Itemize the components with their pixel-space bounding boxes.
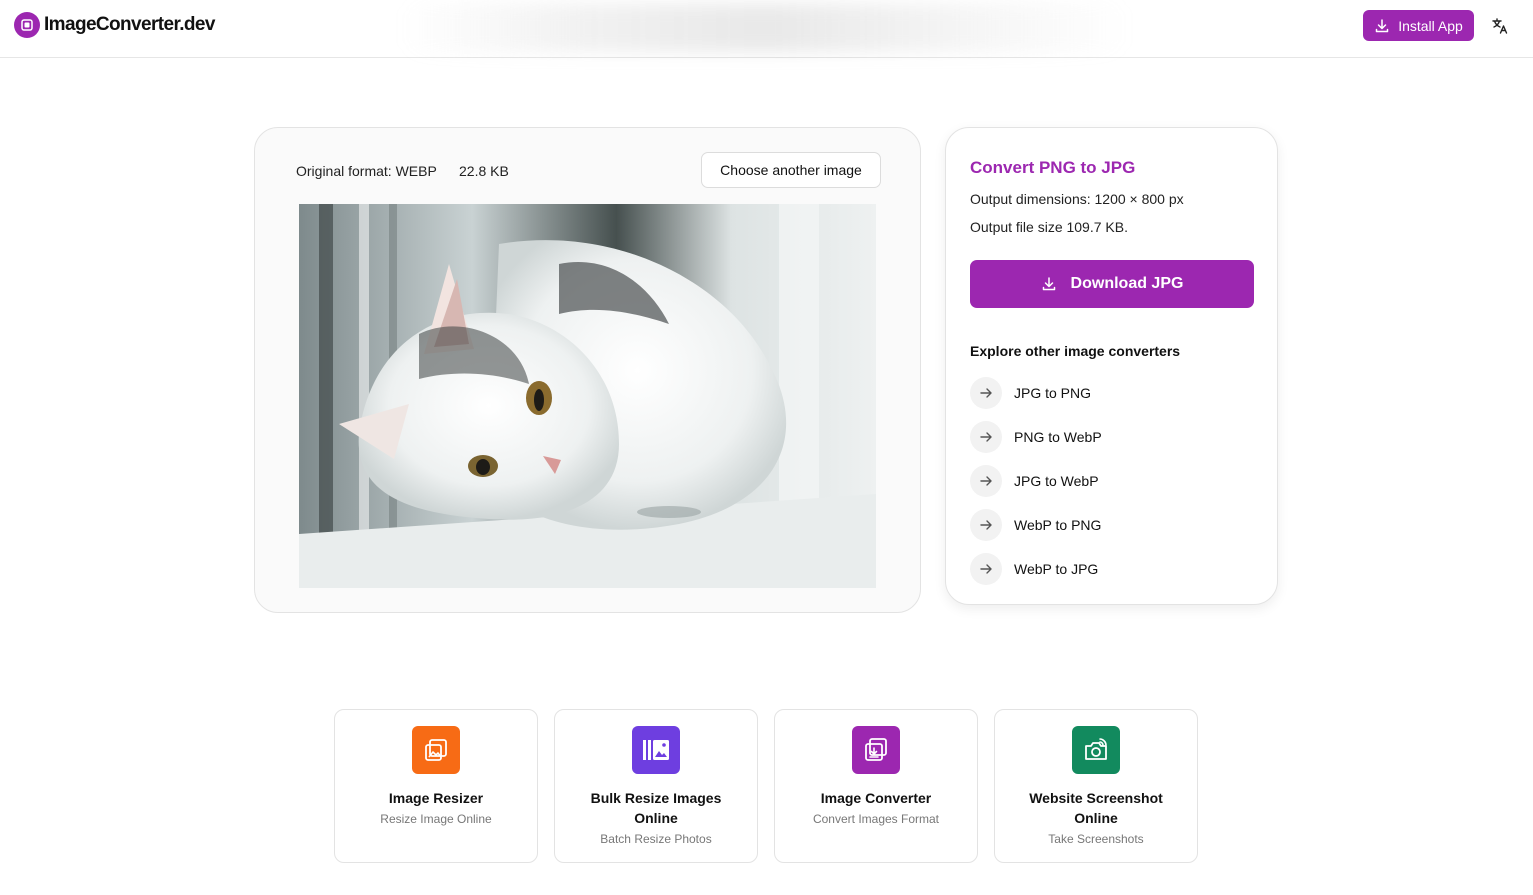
- install-app-button[interactable]: Install App: [1363, 10, 1474, 41]
- download-icon: [1042, 277, 1055, 291]
- original-format: Original format: WEBP: [296, 163, 437, 179]
- tool-card-bulk-resize[interactable]: Bulk Resize Images Online Batch Resize P…: [554, 709, 758, 863]
- converter-links-list: JPG to PNG PNG to WebP JPG to WebP WebP …: [970, 371, 1102, 591]
- tool-name: Image Converter: [820, 790, 932, 806]
- explore-converters-title: Explore other image converters: [970, 343, 1181, 359]
- tool-subtitle: Convert Images Format: [812, 812, 940, 826]
- arrow-right-icon: [970, 421, 1002, 453]
- arrow-right-icon: [970, 553, 1002, 585]
- converter-link-webp-to-jpg[interactable]: WebP to JPG: [970, 547, 1102, 591]
- related-tools: Image Resizer Resize Image Online Bulk R…: [334, 709, 1198, 863]
- choose-another-image-button[interactable]: Choose another image: [701, 152, 881, 188]
- converter-link-label: JPG to PNG: [1014, 385, 1092, 401]
- original-file-size: 22.8 KB: [459, 163, 509, 179]
- tool-name: Bulk Resize Images Online: [590, 790, 722, 826]
- converter-link-label: WebP to PNG: [1014, 517, 1102, 533]
- bulk-resize-icon: [632, 726, 680, 774]
- arrow-right-icon: [970, 465, 1002, 497]
- header-blurred-banner: [400, 4, 1130, 52]
- conversion-info-card: Convert PNG to JPG Output dimensions: 12…: [945, 127, 1278, 605]
- uploaded-image-preview: [299, 204, 876, 588]
- download-jpg-button[interactable]: Download JPG: [970, 260, 1254, 308]
- tool-subtitle: Batch Resize Photos: [600, 832, 712, 846]
- tool-subtitle: Resize Image Online: [380, 812, 492, 826]
- download-jpg-label: Download JPG: [1070, 275, 1184, 292]
- logo-text: ImageConverter.dev: [44, 14, 215, 35]
- output-dimensions: Output dimensions: 1200 × 800 px: [970, 191, 1184, 207]
- download-icon: [1375, 18, 1389, 32]
- converter-link-jpg-to-webp[interactable]: JPG to WebP: [970, 459, 1102, 503]
- converter-link-label: PNG to WebP: [1014, 429, 1102, 445]
- arrow-right-icon: [970, 509, 1002, 541]
- tool-name: Image Resizer: [388, 790, 484, 806]
- translate-icon[interactable]: [1489, 15, 1511, 37]
- install-app-label: Install App: [1398, 17, 1463, 34]
- tool-card-image-resizer[interactable]: Image Resizer Resize Image Online: [334, 709, 538, 863]
- converter-link-webp-to-png[interactable]: WebP to PNG: [970, 503, 1102, 547]
- image-preview-card: Original format: WEBP 22.8 KB Choose ano…: [254, 127, 921, 613]
- image-convert-icon: [852, 726, 900, 774]
- top-header: ImageConverter.dev Install App: [0, 0, 1533, 58]
- tool-card-image-converter[interactable]: Image Converter Convert Images Format: [774, 709, 978, 863]
- converter-link-png-to-webp[interactable]: PNG to WebP: [970, 415, 1102, 459]
- camera-icon: [1072, 726, 1120, 774]
- converter-link-label: JPG to WebP: [1014, 473, 1099, 489]
- image-resize-icon: [412, 726, 460, 774]
- converter-link-jpg-to-png[interactable]: JPG to PNG: [970, 371, 1102, 415]
- output-file-size: Output file size 109.7 KB.: [970, 219, 1128, 235]
- logo-icon: [14, 12, 40, 38]
- tool-card-website-screenshot[interactable]: Website Screenshot Online Take Screensho…: [994, 709, 1198, 863]
- conversion-title: Convert PNG to JPG: [970, 158, 1136, 177]
- converter-link-label: WebP to JPG: [1014, 561, 1099, 577]
- arrow-right-icon: [970, 377, 1002, 409]
- tool-subtitle: Take Screenshots: [1048, 832, 1144, 846]
- site-logo[interactable]: ImageConverter.dev: [14, 12, 215, 38]
- tool-name: Website Screenshot Online: [1029, 790, 1163, 826]
